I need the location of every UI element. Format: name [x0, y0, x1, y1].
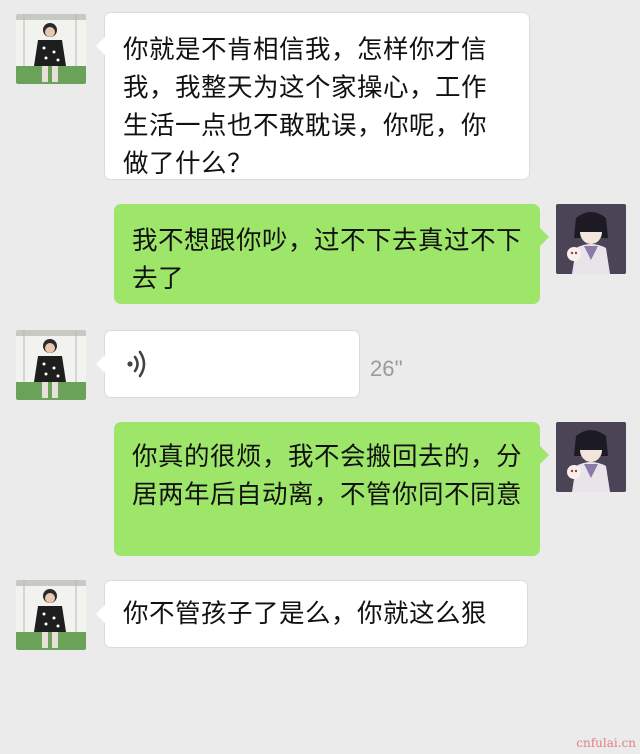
contact-avatar[interactable] [16, 330, 86, 400]
watermark: cnfulai.cn [576, 736, 636, 750]
message-text: 我不想跟你吵，过不下去真过不下去了 [132, 226, 523, 294]
message-text: 你真的很烦，我不会搬回去的，分居两年后自动离，不管你同不同意 [132, 442, 523, 510]
message-bubble-incoming[interactable]: 你不管孩子了是么，你就这么狠 [96, 580, 528, 648]
message-bubble-outgoing[interactable]: 你真的很烦，我不会搬回去的，分居两年后自动离，不管你同不同意 [114, 422, 549, 556]
message-bubble-outgoing[interactable]: 我不想跟你吵，过不下去真过不下去了 [114, 204, 549, 304]
message-text: 你就是不肯相信我，怎样你才信我，我整天为这个家操心，工作生活一点也不敢耽误，你呢… [123, 35, 488, 179]
contact-avatar[interactable] [16, 14, 86, 84]
user-avatar[interactable] [556, 204, 626, 274]
contact-avatar[interactable] [16, 580, 86, 650]
voice-duration: 26'' [370, 356, 403, 381]
voice-wave-icon [125, 349, 153, 390]
message-bubble-incoming[interactable]: 你就是不肯相信我，怎样你才信我，我整天为这个家操心，工作生活一点也不敢耽误，你呢… [96, 12, 530, 180]
message-text: 你不管孩子了是么，你就这么狠 [123, 599, 488, 629]
voice-message-bubble[interactable] [96, 330, 360, 398]
user-avatar[interactable] [556, 422, 626, 492]
